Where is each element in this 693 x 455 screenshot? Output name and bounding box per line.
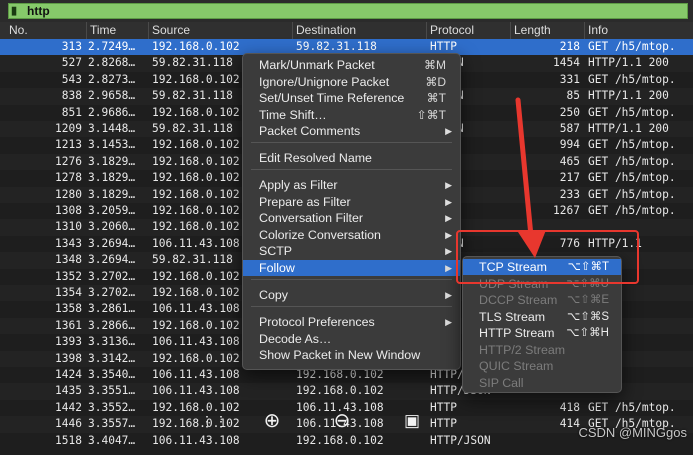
drag-handle-icon[interactable]: ⋮⋮ (200, 408, 228, 434)
fit-screen-icon[interactable]: ▣ (398, 408, 426, 434)
image-zoom-toolbar: ⋮⋮ ⊕ ⊖ ▣ (200, 408, 430, 434)
zoom-in-icon[interactable]: ⊕ (258, 408, 286, 434)
annotation-arrow-icon (515, 97, 546, 258)
zoom-out-icon[interactable]: ⊖ (328, 408, 356, 434)
watermark: CSDN @MINGgos (578, 425, 687, 440)
